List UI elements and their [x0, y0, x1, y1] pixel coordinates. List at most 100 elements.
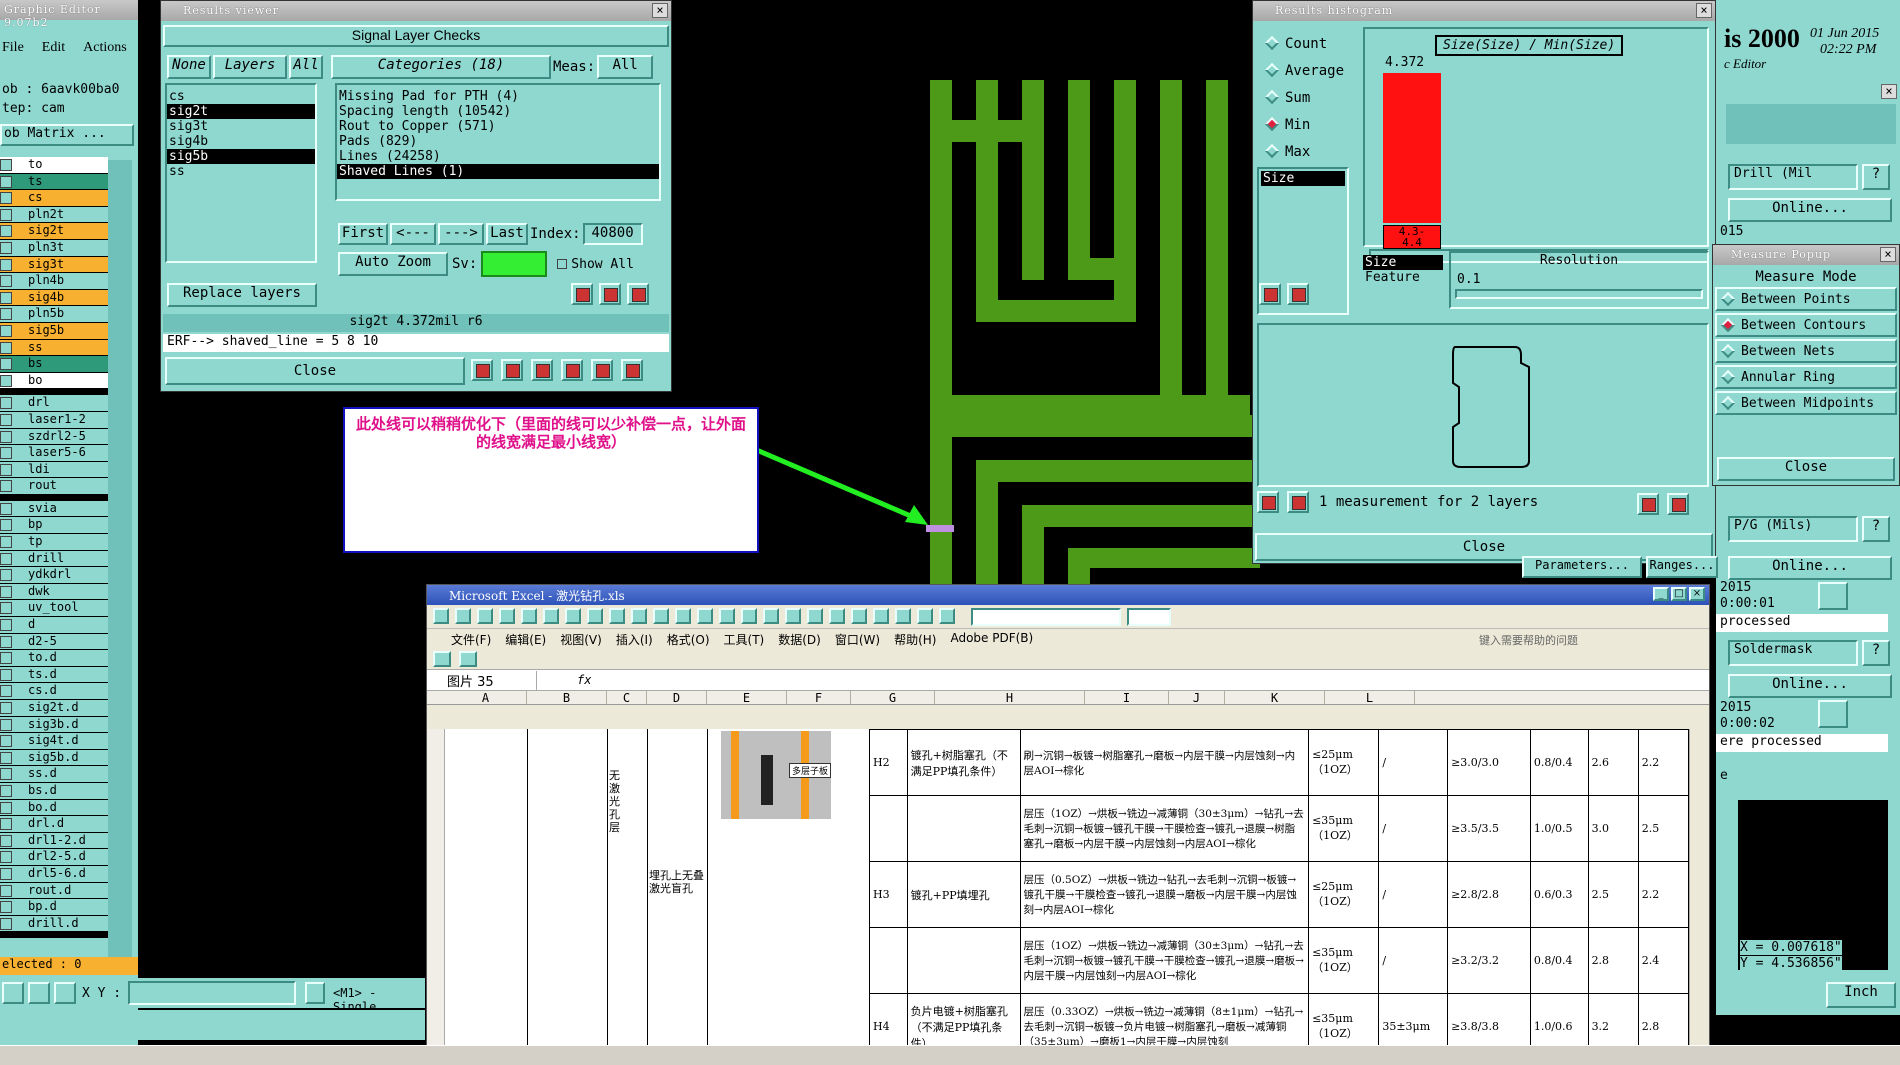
- excel-tool-icon[interactable]: [455, 608, 471, 624]
- excel-tool-icon[interactable]: [675, 608, 691, 624]
- hist-feature[interactable]: Feature: [1363, 270, 1443, 285]
- excel-tool-icon[interactable]: [851, 608, 867, 624]
- menu-edit[interactable]: Edit: [42, 40, 65, 55]
- excel-tool-icon[interactable]: [719, 608, 735, 624]
- rv-layer-item[interactable]: cs: [167, 89, 315, 104]
- layer-checkbox[interactable]: [0, 602, 12, 615]
- excel-cell-l3[interactable]: 2.5: [1637, 795, 1689, 862]
- excel-cell-cu[interactable]: ≤35μm（1OZ）: [1308, 795, 1380, 862]
- layer-checkbox[interactable]: [0, 851, 12, 864]
- hist-radio-sum[interactable]: Sum: [1264, 85, 1344, 112]
- radio-icon[interactable]: [1264, 116, 1280, 132]
- layer-checkbox[interactable]: [0, 834, 12, 847]
- excel-menu-item[interactable]: 编辑(E): [505, 631, 546, 649]
- layer-checkbox[interactable]: [0, 818, 12, 831]
- run-zoom-icon-1[interactable]: [1818, 582, 1848, 610]
- excel-cell-code[interactable]: H3: [869, 861, 908, 928]
- excel-cell-j2[interactable]: /: [1378, 795, 1449, 862]
- excel-menu-item[interactable]: 窗口(W): [835, 631, 880, 649]
- hist-radio-min[interactable]: Min: [1264, 112, 1344, 139]
- excel-col-header[interactable]: I: [1085, 691, 1169, 705]
- excel-maximize-icon[interactable]: □: [1671, 587, 1687, 601]
- layer-item[interactable]: sig2t.d: [0, 700, 108, 717]
- measure-close-button[interactable]: Close: [1717, 457, 1895, 481]
- layer-item[interactable]: pln2t: [0, 206, 108, 224]
- layer-checkbox[interactable]: [0, 159, 12, 171]
- layer-item[interactable]: bp.d: [0, 899, 108, 916]
- rv-category-item[interactable]: Lines (24258): [337, 149, 659, 164]
- excel-menu-item[interactable]: 文件(F): [451, 631, 491, 649]
- rv-close-button[interactable]: Close: [165, 357, 465, 385]
- layer-item[interactable]: szdrl2-5: [0, 428, 108, 446]
- rv-category-list[interactable]: Missing Pad for PTH (4) Spacing length (1…: [335, 83, 661, 201]
- measure-close-icon[interactable]: ×: [1880, 247, 1896, 262]
- excel-menu-item[interactable]: 插入(I): [616, 631, 653, 649]
- layer-item[interactable]: d2-5: [0, 633, 108, 651]
- layer-checkbox[interactable]: [0, 374, 12, 387]
- excel-tool-icon[interactable]: [697, 608, 713, 624]
- layer-item[interactable]: bp: [0, 517, 108, 535]
- rv-auto-zoom-select[interactable]: Auto Zoom: [338, 252, 448, 276]
- layer-checkbox[interactable]: [0, 685, 12, 698]
- excel-size-select[interactable]: [1127, 608, 1171, 626]
- measure-option[interactable]: Annular Ring: [1715, 365, 1897, 389]
- excel-tool-icon[interactable]: [763, 608, 779, 624]
- soldermask-help-button[interactable]: ?: [1862, 640, 1890, 666]
- rv-category-item[interactable]: Rout to Copper (571): [337, 119, 659, 134]
- rv-layer-item[interactable]: ss: [167, 164, 315, 179]
- excel-cell-j2[interactable]: /: [1378, 729, 1449, 796]
- layer-item[interactable]: drill: [0, 550, 108, 568]
- excel-menu-item[interactable]: 帮助(H): [894, 631, 936, 649]
- layer-checkbox[interactable]: [0, 447, 12, 460]
- excel-tool-icon[interactable]: [521, 608, 537, 624]
- run-zoom-icon-2[interactable]: [1818, 700, 1848, 728]
- excel-tool-icon[interactable]: [895, 608, 911, 624]
- layer-checkbox[interactable]: [0, 413, 12, 426]
- pg-help-button[interactable]: ?: [1862, 516, 1890, 542]
- rv-category-item[interactable]: Shaved Lines (1): [337, 164, 659, 179]
- layer-item[interactable]: pln4b: [0, 273, 108, 290]
- excel-tool-icon[interactable]: [829, 608, 845, 624]
- radio-icon[interactable]: [1264, 89, 1280, 105]
- layer-item[interactable]: sig5b: [0, 322, 108, 340]
- soldermask-online-button[interactable]: Online...: [1728, 674, 1892, 698]
- rv-category-item[interactable]: Pads (829): [337, 134, 659, 149]
- layer-checkbox[interactable]: [0, 308, 12, 321]
- app-close-icon[interactable]: ×: [1881, 84, 1897, 99]
- excel-tool-icon[interactable]: [433, 608, 449, 624]
- rv-none-button[interactable]: None: [167, 55, 211, 79]
- rv-tool-icon-6[interactable]: [621, 359, 643, 381]
- layer-item[interactable]: bs.d: [0, 782, 108, 800]
- rv-category-item[interactable]: Missing Pad for PTH (4): [337, 89, 659, 104]
- rv-tool-icon-1[interactable]: [471, 359, 493, 381]
- layer-checkbox[interactable]: [0, 718, 12, 731]
- layer-item[interactable]: to: [0, 157, 108, 174]
- hist-field-size[interactable]: Size: [1261, 171, 1345, 186]
- rv-last-button[interactable]: Last: [486, 223, 528, 245]
- excel-vertical-scrollbar[interactable]: [1689, 729, 1709, 1065]
- rv-ref-icon[interactable]: [599, 283, 621, 305]
- excel-cell-cu[interactable]: ≤35μm（1OZ）: [1308, 927, 1380, 994]
- excel-tool-icon[interactable]: [565, 608, 581, 624]
- drill-help-button[interactable]: ?: [1862, 164, 1890, 190]
- excel-cell-l2[interactable]: 2.5: [1587, 861, 1639, 928]
- via-diagram-image[interactable]: 多层子板: [721, 731, 831, 819]
- excel-cell-code[interactable]: [869, 795, 908, 862]
- layer-item[interactable]: ss: [0, 339, 108, 357]
- hist-del-icon[interactable]: [1259, 283, 1281, 305]
- layer-item[interactable]: ts: [0, 173, 108, 191]
- drill-online-button[interactable]: Online...: [1728, 198, 1892, 222]
- rv-sv-color[interactable]: [481, 251, 548, 277]
- excel-tool-icon[interactable]: [873, 608, 889, 624]
- excel-name-box[interactable]: 图片 35: [427, 670, 537, 690]
- layer-checkbox[interactable]: [0, 275, 12, 288]
- excel-tool-icon[interactable]: [939, 608, 955, 624]
- hist-del2-icon[interactable]: [1257, 491, 1279, 513]
- layer-item[interactable]: drl.d: [0, 816, 108, 833]
- excel-cell-l1[interactable]: 0.8/0.4: [1529, 729, 1589, 796]
- excel-tool-icon[interactable]: [807, 608, 823, 624]
- layer-checkbox[interactable]: [0, 291, 12, 304]
- excel-help-input[interactable]: 键入需要帮助的问题: [1479, 632, 1578, 648]
- layer-item[interactable]: drl5-6.d: [0, 865, 108, 883]
- excel-tool-icon[interactable]: [741, 608, 757, 624]
